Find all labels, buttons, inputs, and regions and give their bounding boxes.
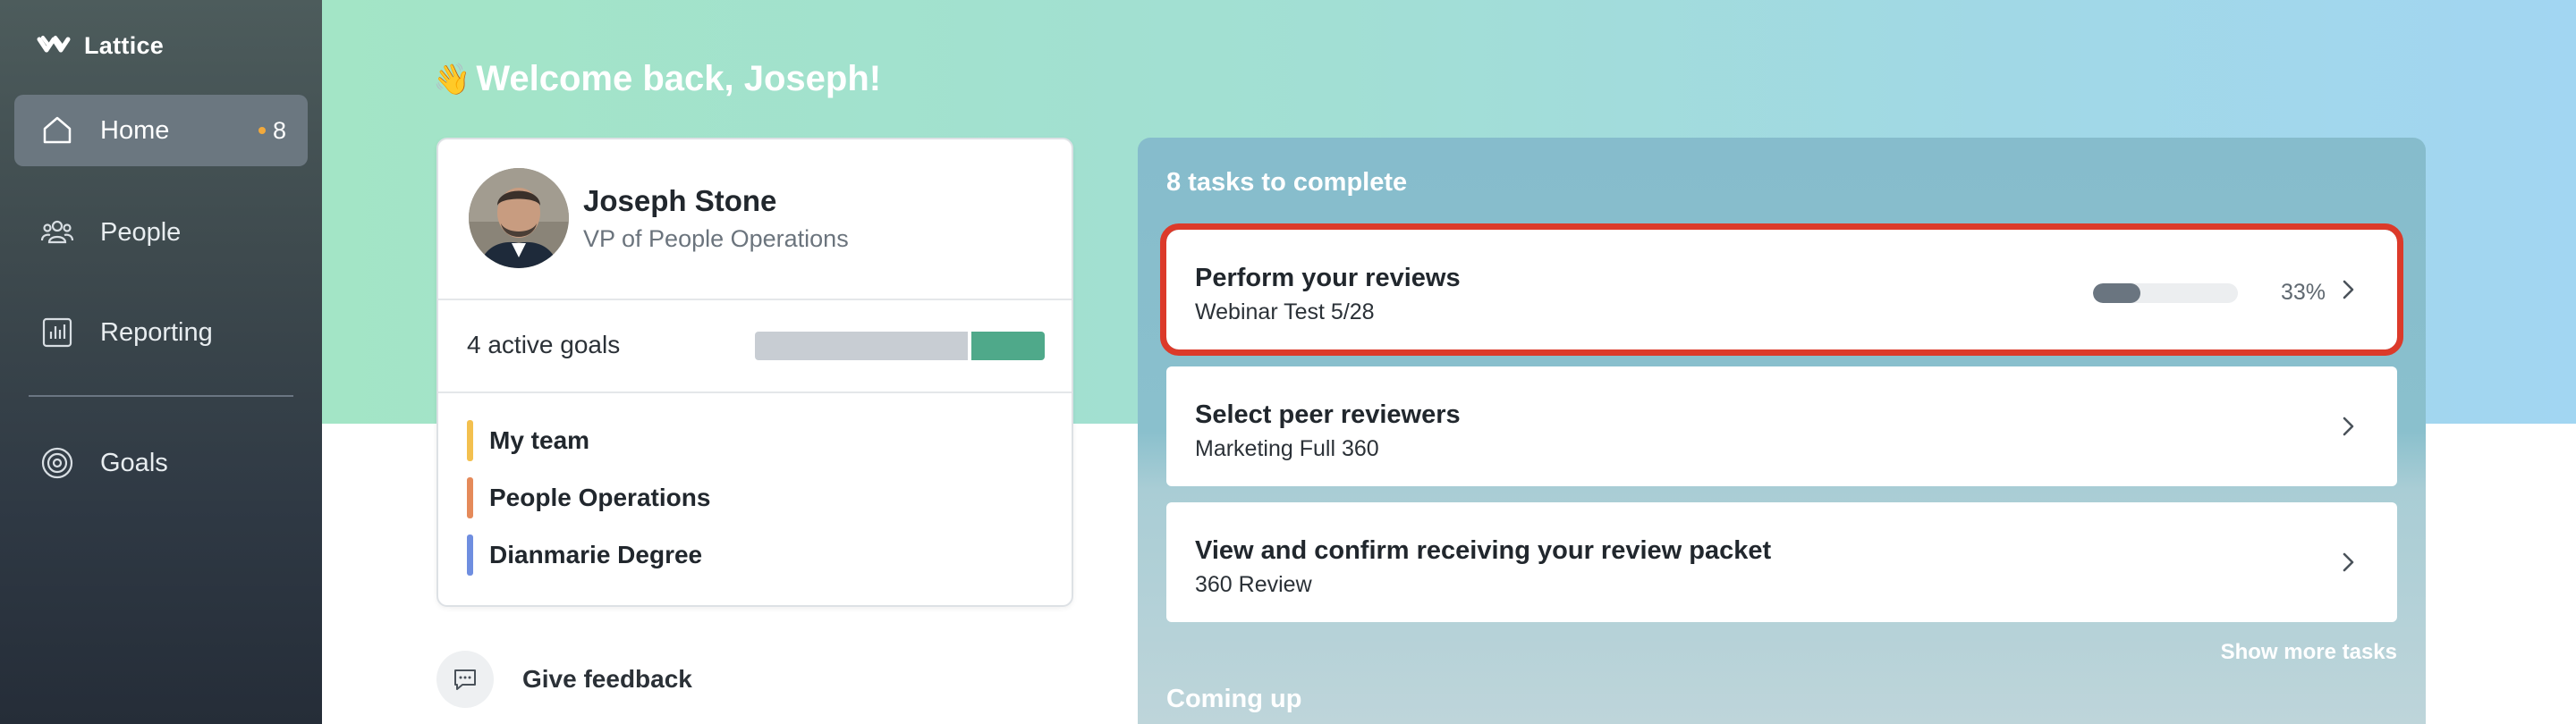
waving-hand-icon: 👋 bbox=[433, 62, 471, 97]
task-title: Perform your reviews bbox=[1195, 264, 1461, 292]
goal-label: People Operations bbox=[489, 484, 711, 511]
sidebar-divider bbox=[29, 395, 293, 397]
sidebar-item-home[interactable]: Home 8 bbox=[14, 95, 308, 166]
goal-label: Dianmarie Degree bbox=[489, 541, 703, 568]
sidebar: Lattice Home 8 People Reporting Goals bbox=[0, 0, 322, 724]
chevron-right-icon bbox=[2343, 280, 2354, 299]
chevron-right-icon bbox=[2343, 552, 2354, 572]
goal-item[interactable]: My team bbox=[467, 420, 589, 461]
card-divider bbox=[438, 391, 1072, 393]
task-subtitle: Webinar Test 5/28 bbox=[1195, 299, 1375, 324]
task-title: View and confirm receiving your review p… bbox=[1195, 536, 1772, 565]
sidebar-item-label: Goals bbox=[100, 448, 168, 477]
task-card-review-packet[interactable]: View and confirm receiving your review p… bbox=[1166, 502, 2397, 622]
coming-up-heading: Coming up bbox=[1166, 685, 1302, 713]
task-card-perform-reviews[interactable]: Perform your reviews Webinar Test 5/28 3… bbox=[1160, 223, 2403, 356]
notification-badge: 8 bbox=[258, 117, 286, 145]
sidebar-item-label: Home bbox=[100, 115, 170, 145]
sidebar-item-label: People bbox=[100, 217, 182, 247]
goal-item[interactable]: People Operations bbox=[467, 477, 710, 518]
show-more-tasks-link[interactable]: Show more tasks bbox=[2221, 640, 2397, 665]
home-icon bbox=[39, 113, 75, 148]
reporting-icon bbox=[39, 315, 75, 350]
task-card-select-peer-reviewers[interactable]: Select peer reviewers Marketing Full 360 bbox=[1166, 366, 2397, 486]
tasks-heading: 8 tasks to complete bbox=[1166, 168, 1408, 197]
badge-dot bbox=[258, 127, 266, 134]
goals-progress-remaining bbox=[755, 332, 968, 360]
goal-item[interactable]: Dianmarie Degree bbox=[467, 535, 702, 576]
sidebar-item-label: Reporting bbox=[100, 317, 213, 347]
people-icon bbox=[39, 215, 75, 250]
goal-color-bar bbox=[467, 535, 473, 576]
tasks-panel: 8 tasks to complete Perform your reviews… bbox=[1138, 138, 2426, 724]
active-goals-label[interactable]: 4 active goals bbox=[467, 331, 620, 359]
goals-progress-bar bbox=[755, 332, 1045, 360]
sidebar-item-goals[interactable]: Goals bbox=[14, 427, 308, 499]
goals-icon bbox=[39, 445, 75, 481]
task-title: Select peer reviewers bbox=[1195, 400, 1461, 429]
card-divider bbox=[438, 299, 1072, 300]
badge-count: 8 bbox=[272, 116, 286, 144]
avatar[interactable] bbox=[469, 168, 569, 268]
give-feedback-button[interactable]: Give feedback bbox=[436, 651, 692, 708]
chevron-right-icon bbox=[2343, 417, 2354, 436]
profile-name: Joseph Stone bbox=[583, 184, 777, 217]
task-progress-bar bbox=[2093, 283, 2238, 303]
goal-label: My team bbox=[489, 426, 590, 454]
chat-bubble-icon bbox=[436, 651, 494, 708]
goal-color-bar bbox=[467, 420, 473, 461]
goals-progress-complete bbox=[971, 332, 1045, 360]
page-title: 👋 Welcome back, Joseph! bbox=[433, 59, 881, 99]
profile-card: Joseph Stone VP of People Operations 4 a… bbox=[436, 138, 1073, 607]
welcome-text: Welcome back, Joseph! bbox=[476, 59, 882, 98]
task-progress-label: 33% bbox=[2281, 280, 2326, 305]
profile-job-title: VP of People Operations bbox=[583, 225, 849, 252]
task-progress-fill bbox=[2093, 283, 2141, 303]
task-subtitle: Marketing Full 360 bbox=[1195, 436, 1379, 461]
sidebar-item-reporting[interactable]: Reporting bbox=[14, 297, 308, 368]
lattice-logo[interactable]: Lattice bbox=[36, 27, 164, 64]
app-name: Lattice bbox=[84, 31, 165, 59]
give-feedback-label: Give feedback bbox=[522, 665, 692, 693]
sidebar-item-people[interactable]: People bbox=[14, 197, 308, 268]
task-subtitle: 360 Review bbox=[1195, 572, 1312, 597]
goal-color-bar bbox=[467, 477, 473, 518]
lattice-logo-icon bbox=[37, 36, 71, 53]
